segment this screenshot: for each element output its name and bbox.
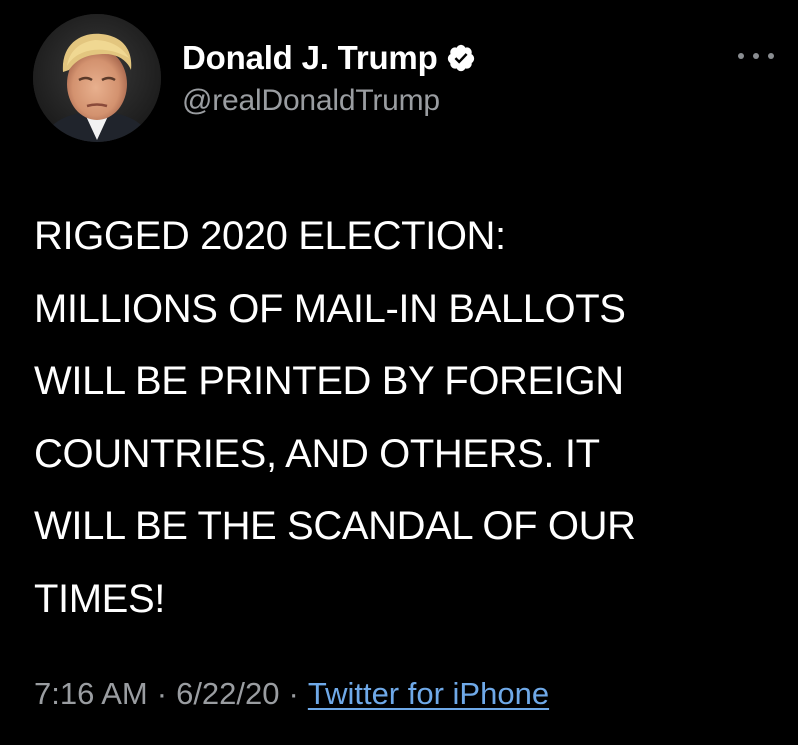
tweet-text-line: COUNTRIES, AND OTHERS. IT: [34, 431, 600, 476]
dot: [753, 53, 759, 59]
display-name[interactable]: Donald J. Trump: [182, 39, 438, 77]
tweet-time[interactable]: 7:16 AM: [34, 676, 148, 712]
separator-dot: ·: [288, 676, 299, 711]
tweet-meta: 7:16 AM · 6/22/20 · Twitter for iPhone: [34, 676, 549, 712]
tweet-text-line: MILLIONS OF MAIL-IN BALLOTS: [34, 286, 626, 331]
more-options-icon[interactable]: [738, 44, 774, 68]
author-name-row[interactable]: Donald J. Trump: [182, 38, 476, 78]
profile-photo-icon: [33, 14, 161, 142]
tweet-date[interactable]: 6/22/20: [176, 676, 279, 712]
tweet-text-line: RIGGED 2020 ELECTION:: [34, 214, 506, 258]
dot: [738, 53, 744, 59]
tweet-text-line: WILL BE THE SCANDAL OF OUR: [34, 504, 636, 548]
dot: [768, 53, 774, 59]
avatar[interactable]: [33, 14, 161, 142]
verified-badge-icon: [446, 43, 476, 73]
tweet-source-link[interactable]: Twitter for iPhone: [308, 676, 549, 712]
tweet-text: RIGGED 2020 ELECTION: MILLIONS OF MAIL-I…: [34, 200, 784, 635]
user-handle[interactable]: @realDonaldTrump: [182, 84, 440, 118]
tweet-text-line: WILL BE PRINTED BY FOREIGN: [34, 359, 624, 403]
tweet-text-line: TIMES!: [34, 576, 165, 621]
tweet-card: Donald J. Trump @realDonaldTrump RIGGED …: [0, 0, 798, 745]
separator-dot: ·: [156, 676, 168, 711]
